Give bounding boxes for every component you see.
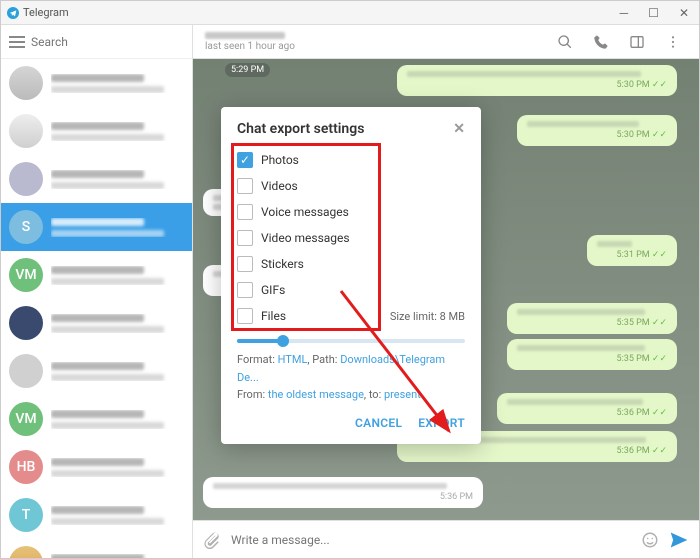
message-out[interactable]: 5:35 PM ✓✓ [507, 339, 677, 370]
message-out[interactable]: 5:31 PM ✓✓ [587, 235, 677, 266]
msg-time: 5:35 PM [617, 318, 650, 328]
avatar: HB [9, 450, 43, 484]
option-voice-messages[interactable]: Voice messages [237, 199, 465, 225]
send-icon[interactable] [669, 530, 689, 550]
option-stickers[interactable]: Stickers [237, 251, 465, 277]
avatar [9, 306, 43, 340]
option-video-messages[interactable]: Video messages [237, 225, 465, 251]
chat-list: S VM VM HB T [1, 59, 192, 558]
from-link[interactable]: the oldest message [268, 388, 364, 401]
format-line: Format: HTML, Path: Downloads\Telegram D… [237, 351, 465, 386]
msg-time: 5:30 PM [617, 130, 650, 140]
option-gifs[interactable]: GIFs [237, 277, 465, 303]
option-label: Videos [261, 179, 298, 193]
format-link[interactable]: HTML [278, 353, 308, 366]
sidebar: S VM VM HB T [1, 25, 193, 558]
chat-list-item[interactable]: T [1, 491, 192, 539]
checkbox-icon[interactable] [237, 230, 253, 246]
chat-list-item[interactable] [1, 155, 192, 203]
chat-header: last seen 1 hour ago [193, 25, 699, 59]
window-minimize-icon[interactable]: ─ [616, 6, 633, 20]
option-videos[interactable]: Videos [237, 173, 465, 199]
message-in[interactable]: 5:36 PM [203, 477, 483, 508]
msg-time: 5:31 PM [617, 250, 650, 260]
chat-list-item[interactable] [1, 299, 192, 347]
msg-time: 5:30 PM [617, 80, 650, 90]
avatar [9, 546, 43, 558]
menu-button[interactable] [9, 32, 25, 52]
chat-list-item[interactable] [1, 539, 192, 558]
chat-list-item[interactable] [1, 107, 192, 155]
checkbox-icon[interactable] [237, 282, 253, 298]
message-out[interactable]: 5:35 PM ✓✓ [507, 303, 677, 334]
option-label: Photos [261, 153, 299, 167]
avatar [9, 114, 43, 148]
attach-icon[interactable] [203, 531, 221, 549]
option-label: GIFs [261, 283, 285, 297]
chat-list-item[interactable] [1, 59, 192, 107]
emoji-icon[interactable] [641, 531, 659, 549]
message-out[interactable]: 5:36 PM ✓✓ [497, 393, 677, 424]
chat-list-item[interactable]: HB [1, 443, 192, 491]
avatar: T [9, 498, 43, 532]
search-input[interactable] [31, 35, 187, 49]
modal-title: Chat export settings [237, 121, 364, 137]
option-files[interactable]: Files Size limit: 8 MB [237, 303, 465, 329]
cancel-button[interactable]: CANCEL [355, 416, 402, 430]
checkbox-icon[interactable]: ✓ [237, 152, 253, 168]
to-link[interactable]: present [384, 388, 421, 401]
avatar: S [9, 210, 43, 244]
option-label: Files [261, 309, 286, 323]
option-label: Voice messages [261, 205, 349, 219]
app-title: Telegram [23, 6, 69, 19]
msg-time: 5:36 PM [617, 446, 650, 456]
option-label: Stickers [261, 257, 304, 271]
window-close-icon[interactable]: ✕ [675, 6, 693, 20]
chat-list-item[interactable]: VM [1, 395, 192, 443]
message-out[interactable]: 5:30 PM ✓✓ [397, 65, 677, 96]
message-input-bar [193, 520, 699, 558]
time-pill: 5:29 PM [225, 63, 270, 77]
chat-list-item[interactable] [1, 347, 192, 395]
checkbox-icon[interactable] [237, 204, 253, 220]
message-out[interactable]: 5:30 PM ✓✓ [517, 115, 677, 146]
chat-status: last seen 1 hour ago [205, 41, 543, 52]
chat-list-item-selected[interactable]: S [1, 203, 192, 251]
checkbox-icon[interactable] [237, 256, 253, 272]
range-line: From: the oldest message, to: present [237, 386, 465, 404]
panel-icon[interactable] [623, 34, 651, 50]
avatar [9, 66, 43, 100]
option-label: Video messages [261, 231, 350, 245]
msg-time: 5:36 PM [617, 408, 650, 418]
more-icon[interactable] [659, 34, 687, 50]
export-settings-modal: Chat export settings ✕ ✓ Photos Videos Vo… [221, 107, 481, 444]
telegram-logo-icon [7, 7, 19, 19]
avatar [9, 354, 43, 388]
size-slider[interactable] [237, 339, 465, 343]
avatar: VM [9, 402, 43, 436]
avatar [9, 162, 43, 196]
message-input[interactable] [231, 533, 631, 547]
call-icon[interactable] [587, 34, 615, 50]
checkbox-icon[interactable] [237, 308, 253, 324]
option-photos[interactable]: ✓ Photos [237, 147, 465, 173]
checkbox-icon[interactable] [237, 178, 253, 194]
msg-time: 5:35 PM [617, 354, 650, 364]
msg-time: 5:36 PM [440, 492, 473, 502]
search-icon[interactable] [551, 34, 579, 50]
chat-list-item[interactable]: VM [1, 251, 192, 299]
avatar: VM [9, 258, 43, 292]
size-limit-label: Size limit: 8 MB [390, 310, 465, 323]
close-icon[interactable]: ✕ [453, 121, 465, 137]
app-window: Telegram ─ ☐ ✕ S VM [0, 0, 700, 559]
window-maximize-icon[interactable]: ☐ [644, 6, 663, 20]
chat-title [205, 32, 285, 39]
titlebar: Telegram ─ ☐ ✕ [1, 1, 699, 25]
export-button[interactable]: EXPORT [418, 416, 465, 430]
